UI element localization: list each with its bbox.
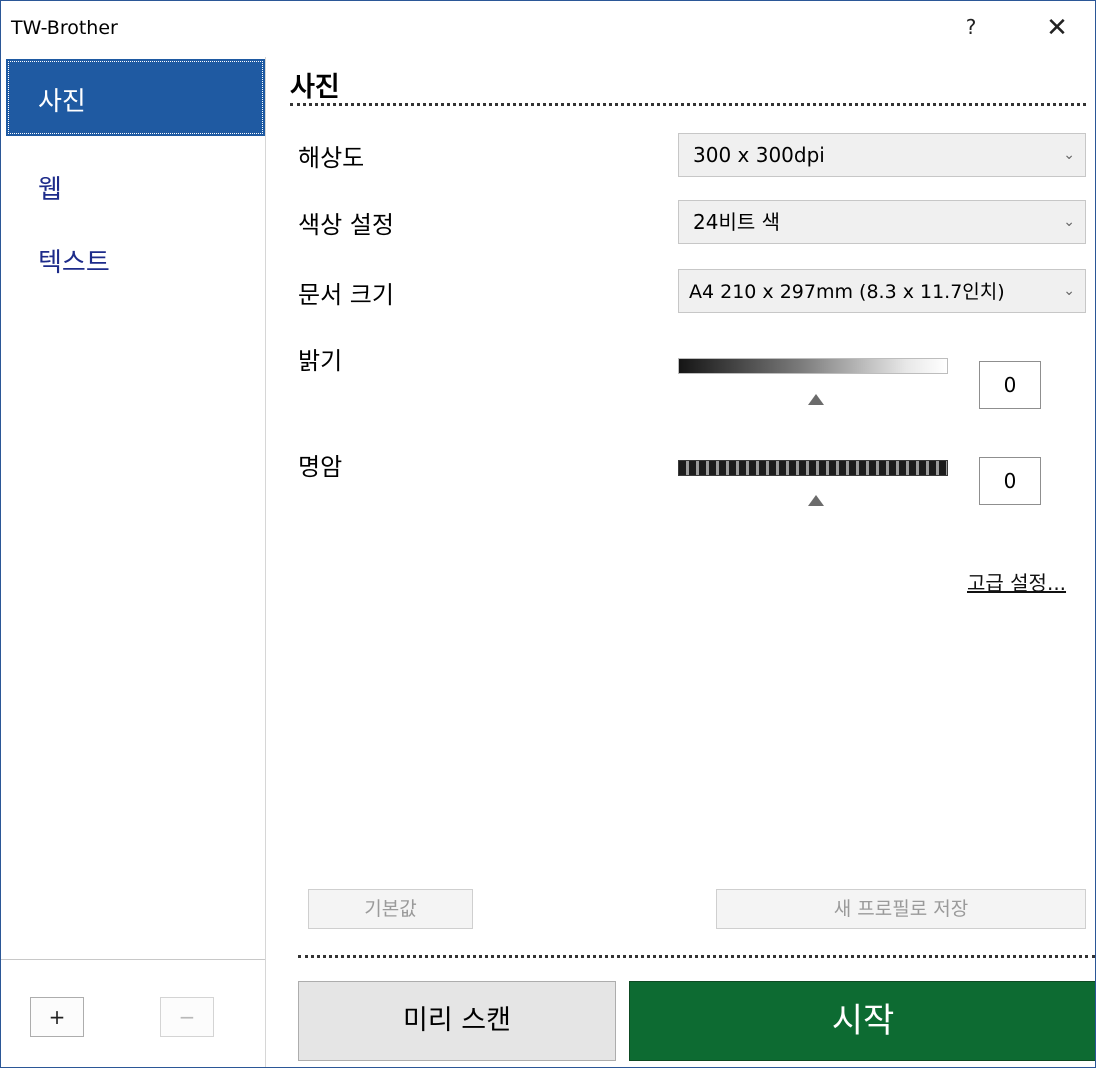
- footer-divider: [298, 955, 1095, 958]
- scan-dialog: TW-Brother ? ✕ 사진 웹 텍스트 + − 사진 해상도 300 x…: [0, 0, 1096, 1068]
- prescan-button[interactable]: 미리 스캔: [298, 981, 616, 1061]
- color-label: 색상 설정: [298, 211, 394, 239]
- resolution-value: 300 x 300dpi: [693, 143, 825, 167]
- save-profile-button[interactable]: 새 프로필로 저장: [716, 889, 1086, 929]
- help-button[interactable]: ?: [951, 15, 991, 45]
- docsize-value: A4 210 x 297mm (8.3 x 11.7인치): [689, 281, 1005, 303]
- sidebar-item-label: 텍스트: [38, 248, 110, 278]
- chevron-down-icon: ⌄: [1063, 214, 1075, 230]
- remove-profile-button[interactable]: −: [160, 997, 214, 1037]
- brightness-value[interactable]: 0: [979, 361, 1041, 409]
- heading-divider: [290, 103, 1086, 106]
- sidebar-item-text[interactable]: 텍스트: [6, 220, 265, 297]
- color-select[interactable]: 24비트 색 ⌄: [678, 200, 1086, 244]
- sidebar-item-web[interactable]: 웹: [6, 147, 265, 224]
- advanced-settings-link[interactable]: 고급 설정...: [967, 567, 1066, 596]
- sidebar-item-photo[interactable]: 사진: [6, 59, 265, 136]
- contrast-slider[interactable]: [678, 460, 948, 476]
- docsize-select[interactable]: A4 210 x 297mm (8.3 x 11.7인치) ⌄: [678, 269, 1086, 313]
- contrast-label: 명암: [298, 453, 343, 481]
- start-button[interactable]: 시작: [629, 981, 1095, 1061]
- default-button[interactable]: 기본값: [308, 889, 473, 929]
- sidebar-item-label: 사진: [38, 87, 86, 117]
- brightness-label: 밝기: [298, 347, 343, 375]
- chevron-down-icon: ⌄: [1063, 283, 1075, 299]
- title-bar: TW-Brother ? ✕: [1, 1, 1095, 57]
- brightness-slider[interactable]: [678, 358, 948, 374]
- page-title: 사진: [290, 72, 340, 103]
- contrast-value[interactable]: 0: [979, 457, 1041, 505]
- resolution-label: 해상도: [298, 144, 365, 172]
- close-button[interactable]: ✕: [1037, 15, 1077, 45]
- docsize-label: 문서 크기: [298, 281, 394, 309]
- color-value: 24비트 색: [693, 210, 781, 234]
- sidebar-item-label: 웹: [38, 175, 62, 205]
- slider-thumb-icon[interactable]: [808, 394, 824, 405]
- window-title: TW-Brother: [11, 17, 118, 39]
- add-profile-button[interactable]: +: [30, 997, 84, 1037]
- profile-sidebar: 사진 웹 텍스트 + −: [1, 57, 266, 1067]
- resolution-select[interactable]: 300 x 300dpi ⌄: [678, 133, 1086, 177]
- slider-thumb-icon[interactable]: [808, 495, 824, 506]
- sidebar-footer: + −: [1, 959, 265, 1067]
- chevron-down-icon: ⌄: [1063, 147, 1075, 163]
